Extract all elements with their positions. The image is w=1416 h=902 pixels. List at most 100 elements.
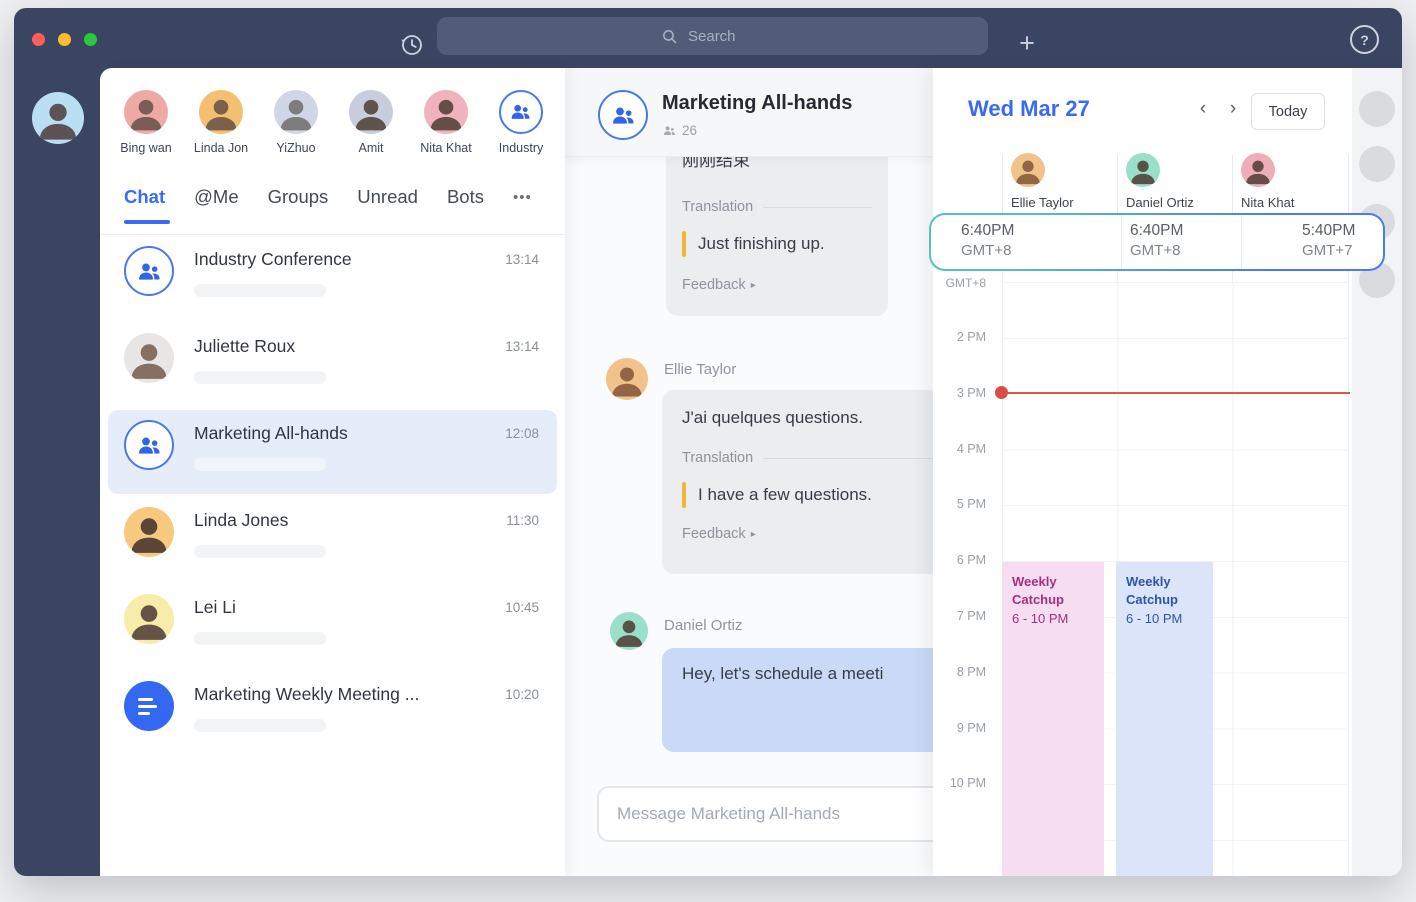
translation-label: Translation — [682, 450, 754, 466]
group-avatar — [124, 246, 174, 296]
chat-row-marketing-weekly-meeting[interactable]: Marketing Weekly Meeting ... 10:20 — [100, 675, 565, 762]
tab-more[interactable]: ••• — [513, 189, 532, 206]
message-text: Hey, let's schedule a meeti — [682, 664, 884, 683]
contact-amit[interactable]: Amit — [333, 90, 409, 155]
person-silhouette-icon — [131, 518, 167, 553]
user-avatar — [124, 507, 174, 557]
attendee-ellie[interactable]: Ellie Taylor — [1011, 153, 1121, 210]
tabs-divider — [100, 234, 565, 235]
message-composer[interactable] — [597, 786, 937, 842]
caret-right-icon: ▸ — [750, 528, 756, 540]
user-avatar — [124, 333, 174, 383]
message-original-text: J'ai quelques questions. — [682, 408, 863, 427]
local-time-cell: 5:40PM GMT+7 — [1241, 215, 1383, 269]
feedback-link[interactable]: Feedback ▸ — [682, 277, 872, 293]
desktop-background: + ? Bing wan Linda Jon YiZhuo Amit Nita … — [0, 0, 1416, 902]
conversation-panel: 刚刚结束 Translation Just finishing up. Feed… — [565, 68, 937, 876]
tab-bots[interactable]: Bots — [447, 186, 484, 208]
chat-row-juliette-roux[interactable]: Juliette Roux 13:14 — [100, 327, 565, 414]
hour-label: 9 PM — [956, 721, 986, 735]
message-bubble[interactable]: 刚刚结束 Translation Just finishing up. Feed… — [666, 138, 888, 316]
minimize-window-button[interactable] — [58, 33, 71, 46]
message-preview-skeleton — [194, 458, 326, 471]
message-preview-skeleton — [194, 371, 326, 384]
sender-avatar-ellie[interactable] — [606, 358, 648, 400]
message-input[interactable] — [599, 804, 937, 824]
quote-bar — [682, 482, 686, 508]
attendee-daniel[interactable]: Daniel Ortiz — [1126, 153, 1236, 210]
feedback-link[interactable]: Feedback ▸ — [682, 526, 937, 542]
person-silhouette-icon — [1246, 160, 1270, 185]
history-icon — [401, 35, 422, 55]
hour-label: 3 PM — [956, 386, 986, 400]
event-weekly-catchup-ellie[interactable]: Weekly Catchup 6 - 10 PM — [1002, 562, 1104, 876]
event-weekly-catchup-daniel[interactable]: Weekly Catchup 6 - 10 PM — [1116, 562, 1213, 876]
caret-right-icon: ▸ — [750, 279, 756, 291]
group-people-icon — [512, 105, 530, 120]
help-button[interactable]: ? — [1350, 25, 1379, 54]
person-silhouette-icon — [615, 620, 643, 647]
app-window: + ? Bing wan Linda Jon YiZhuo Amit Nita … — [14, 8, 1402, 876]
prev-day-button[interactable]: ‹ — [1191, 96, 1215, 122]
local-time-cell: 6:40PM GMT+8 — [1121, 215, 1241, 269]
calendar-panel: Wed Mar 27 ‹ › Today Ellie Taylor Daniel… — [929, 68, 1402, 876]
contact-industry-group[interactable]: Industry — [483, 90, 559, 155]
attendee-local-times-strip[interactable]: 6:40PM GMT+8 6:40PM GMT+8 5:40PM GMT+7 — [929, 213, 1385, 271]
contact-nita-khat[interactable]: Nita Khat — [408, 90, 484, 155]
close-window-button[interactable] — [32, 33, 45, 46]
zoom-window-button[interactable] — [84, 33, 97, 46]
global-search[interactable] — [437, 17, 988, 55]
message-preview-skeleton — [194, 284, 326, 297]
contact-yizhuo[interactable]: YiZhuo — [258, 90, 334, 155]
chat-row-time: 11:30 — [506, 513, 539, 528]
translation-label: Translation — [682, 199, 754, 215]
contact-linda-jon[interactable]: Linda Jon — [183, 90, 259, 155]
person-silhouette-icon — [39, 103, 77, 140]
message-preview-skeleton — [194, 719, 326, 732]
hour-label: 4 PM — [956, 442, 986, 456]
search-input[interactable] — [686, 26, 764, 46]
local-time-cell: 6:40PM GMT+8 — [961, 222, 1015, 259]
chat-row-industry-conference[interactable]: Industry Conference 13:14 — [100, 240, 565, 327]
meeting-notes-icon — [124, 681, 174, 731]
person-silhouette-icon — [1016, 160, 1040, 185]
next-day-button[interactable]: › — [1221, 96, 1245, 122]
toolbar-circle-button[interactable] — [1359, 146, 1395, 182]
chat-list-panel: Bing wan Linda Jon YiZhuo Amit Nita Khat… — [100, 68, 565, 876]
contact-bing-wan[interactable]: Bing wan — [108, 90, 184, 155]
calendar-date-label: Wed Mar 27 — [968, 96, 1090, 121]
attendee-nita[interactable]: Nita Khat — [1241, 153, 1351, 210]
chat-row-lei-li[interactable]: Lei Li 10:45 — [100, 588, 565, 675]
translated-message: I have a few questions. — [682, 482, 937, 508]
tab-at-me[interactable]: @Me — [194, 186, 238, 208]
message-bubble[interactable]: Hey, let's schedule a meeti — [662, 648, 937, 752]
current-user-avatar[interactable] — [32, 92, 84, 144]
hour-label: 8 PM — [956, 665, 986, 679]
new-chat-button[interactable]: + — [1010, 26, 1044, 60]
member-count[interactable]: 26 — [662, 123, 697, 138]
current-time-line — [1002, 392, 1350, 394]
chat-row-time: 10:45 — [505, 600, 539, 615]
message-bubble[interactable]: J'ai quelques questions. Translation I h… — [662, 390, 937, 574]
tab-unread[interactable]: Unread — [357, 186, 418, 208]
tab-chat[interactable]: Chat — [124, 186, 165, 208]
hour-label: 10 PM — [949, 776, 986, 790]
sender-avatar-daniel[interactable] — [610, 612, 648, 650]
chat-row-time: 13:14 — [505, 252, 539, 267]
history-button[interactable] — [397, 30, 427, 60]
chat-list-tabs: Chat @Me Groups Unread Bots ••• — [124, 186, 532, 208]
chat-row-linda-jones[interactable]: Linda Jones 11:30 — [100, 501, 565, 588]
person-silhouette-icon — [280, 99, 312, 131]
tab-groups[interactable]: Groups — [268, 186, 329, 208]
today-button[interactable]: Today — [1251, 93, 1325, 130]
hour-label: 5 PM — [956, 497, 986, 511]
message-preview-skeleton — [194, 545, 326, 558]
toolbar-circle-button[interactable] — [1359, 91, 1395, 127]
chat-row-marketing-all-hands[interactable]: Marketing All-hands 12:08 — [100, 410, 565, 501]
group-avatar[interactable] — [598, 90, 648, 140]
translated-message: Just finishing up. — [682, 231, 872, 257]
conversation-header: Marketing All-hands 26 — [565, 68, 937, 156]
hour-label: 2 PM — [956, 330, 986, 344]
translation-divider: Translation — [682, 199, 872, 215]
group-people-icon — [138, 437, 160, 454]
